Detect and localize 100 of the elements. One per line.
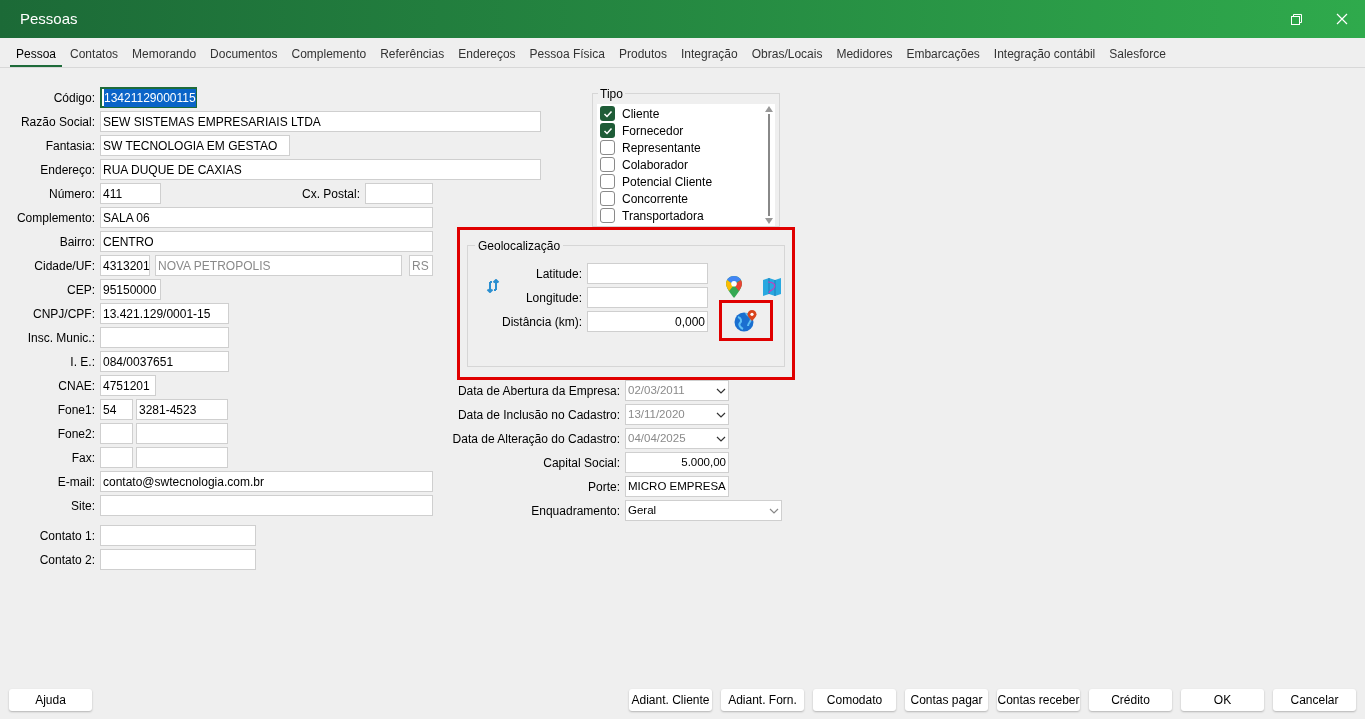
field-label: Contato 2: — [38, 551, 95, 569]
input-field[interactable] — [587, 287, 708, 308]
tab[interactable]: Pessoa Física — [523, 45, 611, 67]
input-field[interactable]: SW TECNOLOGIA EM GESTAO — [100, 135, 290, 156]
field-label: Cidade/UF: — [33, 257, 95, 275]
field-label: Data de Inclusão no Cadastro: — [456, 406, 620, 424]
checkbox[interactable] — [600, 174, 615, 189]
field-label: E-mail: — [56, 473, 95, 491]
sync-icon[interactable] — [486, 279, 500, 293]
field-label: Bairro: — [58, 233, 95, 251]
tab[interactable]: Salesforce — [1103, 45, 1172, 67]
checkbox[interactable] — [600, 140, 615, 155]
input-field[interactable] — [365, 183, 433, 204]
tab[interactable]: Obras/Locais — [745, 45, 829, 67]
input-field[interactable] — [587, 263, 708, 284]
footer-button[interactable]: Adiant. Cliente — [629, 689, 712, 711]
checkbox-label: Cliente — [622, 105, 660, 123]
input-field[interactable]: SALA 06 — [100, 207, 433, 228]
tab[interactable]: Produtos — [612, 45, 673, 67]
field-label: Fax: — [70, 449, 95, 467]
input-field[interactable]: RUA DUQUE DE CAXIAS — [100, 159, 541, 180]
input-field[interactable] — [100, 525, 256, 546]
checkbox-label: Transportadora — [622, 207, 704, 225]
input-field[interactable]: CENTRO — [100, 231, 433, 252]
checkbox-label: Representante — [622, 139, 701, 157]
tab[interactable]: Embarcações — [900, 45, 986, 67]
chevron-down-icon — [716, 435, 726, 442]
input-field[interactable]: 411 — [100, 183, 161, 204]
field-label: Cx. Postal: — [301, 185, 360, 203]
checkbox[interactable] — [600, 157, 615, 172]
checkbox[interactable] — [600, 106, 615, 121]
footer-button[interactable]: Contas pagar — [905, 689, 988, 711]
tab[interactable]: Documentos — [204, 45, 284, 67]
window-title: Pessoas — [20, 8, 78, 29]
field-label: Data de Alteração do Cadastro: — [451, 430, 620, 448]
checkbox-label: Potencial Cliente — [622, 173, 713, 191]
checkbox[interactable] — [600, 208, 615, 223]
tab[interactable]: Integração — [675, 45, 744, 67]
input-field[interactable] — [100, 423, 133, 444]
input-field[interactable]: 3281-4523 — [136, 399, 228, 420]
input-field[interactable] — [100, 447, 133, 468]
field-label: Complemento: — [15, 209, 95, 227]
input-field[interactable]: contato@swtecnologia.com.br — [100, 471, 433, 492]
field-label: Código: — [52, 89, 95, 107]
input-field[interactable]: 13.421.129/0001-15 — [100, 303, 229, 324]
input-field[interactable]: 084/0037651 — [100, 351, 229, 372]
field-label: I. E.: — [69, 353, 95, 371]
dropdown[interactable]: Geral — [625, 500, 782, 521]
input-field[interactable] — [136, 447, 228, 468]
field-label: Razão Social: — [19, 113, 95, 131]
tab[interactable]: Medidores — [830, 45, 899, 67]
input-field[interactable] — [100, 327, 229, 348]
input-field[interactable]: 95150000 — [100, 279, 161, 300]
footer-button[interactable]: Ajuda — [9, 689, 92, 711]
input-field[interactable] — [100, 549, 256, 570]
globe-button[interactable] — [719, 300, 773, 341]
scroll-down-icon[interactable] — [765, 218, 773, 224]
input-field[interactable]: 0,000 — [587, 311, 708, 332]
tab[interactable]: Memorando — [126, 45, 203, 67]
tab[interactable]: Contatos — [64, 45, 125, 67]
checkbox-label: Colaborador — [622, 156, 689, 174]
field-label: Enquadramento: — [530, 502, 620, 520]
footer-button[interactable]: Adiant. Forn. — [721, 689, 804, 711]
checkbox[interactable] — [600, 191, 615, 206]
input-field[interactable]: 54 — [100, 399, 133, 420]
chevron-down-icon — [716, 387, 726, 394]
input-field[interactable]: 13421129000115 — [100, 87, 197, 108]
footer-button[interactable]: Crédito — [1089, 689, 1172, 711]
check-icon — [602, 125, 613, 136]
input-field[interactable]: 4313201 — [100, 255, 150, 276]
footer-button[interactable]: OK — [1181, 689, 1264, 711]
field-label: Site: — [70, 497, 95, 515]
tab[interactable]: Endereços — [452, 45, 522, 67]
map-pin-icon[interactable] — [726, 276, 742, 298]
tab[interactable]: Referências — [374, 45, 451, 67]
field-label: Latitude: — [534, 265, 582, 283]
tab[interactable]: Pessoa — [10, 45, 63, 67]
scroll-up-icon[interactable] — [765, 106, 773, 112]
footer-button[interactable]: Cancelar — [1273, 689, 1356, 711]
field-label: CEP: — [66, 281, 95, 299]
input-field[interactable] — [100, 495, 433, 516]
field-label: Porte: — [587, 478, 620, 496]
input-field[interactable] — [136, 423, 228, 444]
input-field[interactable]: 4751201 — [100, 375, 156, 396]
checkbox[interactable] — [600, 123, 615, 138]
input-field[interactable]: MICRO EMPRESA — [625, 476, 729, 497]
tab[interactable]: Complemento — [285, 45, 373, 67]
check-icon — [602, 108, 613, 119]
footer-button[interactable]: Comodato — [813, 689, 896, 711]
field-label: Fantasia: — [44, 137, 95, 155]
input-field[interactable]: 5.000,00 — [625, 452, 729, 473]
scrollbar[interactable] — [763, 104, 775, 226]
globe-pin-icon — [734, 309, 758, 332]
field-label: Número: — [48, 185, 95, 203]
field-label: Contato 1: — [38, 527, 95, 545]
footer-button[interactable]: Contas receber — [997, 689, 1080, 711]
chevron-down-icon — [716, 411, 726, 418]
map-icon[interactable] — [762, 277, 782, 297]
input-field[interactable]: SEW SISTEMAS EMPRESARIAIS LTDA — [100, 111, 541, 132]
tab[interactable]: Integração contábil — [987, 45, 1102, 67]
